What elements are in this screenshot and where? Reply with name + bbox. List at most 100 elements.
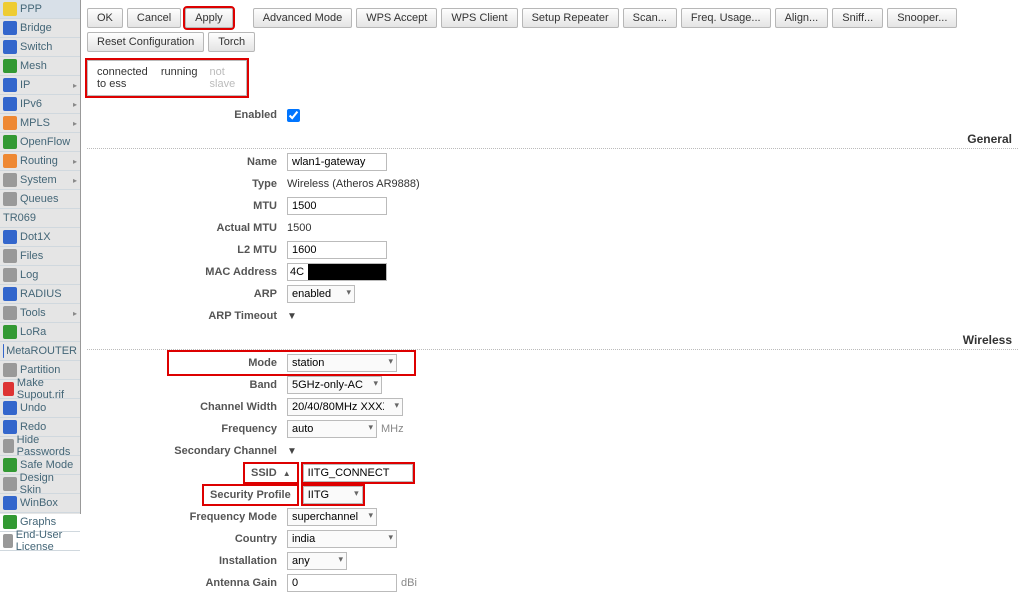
sidebar-item-supout[interactable]: Make Supout.rif (0, 380, 80, 399)
sidebar-item-lora[interactable]: LoRa (0, 323, 80, 342)
frequency-select[interactable]: auto (287, 420, 377, 438)
frequency-mode-label: Frequency Mode (87, 511, 287, 523)
sidebar-item-metarouter[interactable]: MetaROUTER (0, 342, 80, 361)
advanced-mode-button[interactable]: Advanced Mode (253, 8, 353, 28)
torch-button[interactable]: Torch (208, 32, 255, 52)
chevron-right-icon: ▸ (73, 119, 77, 128)
actual-mtu-label: Actual MTU (87, 222, 287, 234)
ok-button[interactable]: OK (87, 8, 123, 28)
frequency-unit: MHz (381, 423, 404, 435)
channel-width-select[interactable]: 20/40/80MHz XXXX (287, 398, 403, 416)
antenna-gain-label: Antenna Gain (87, 577, 287, 589)
arp-timeout-expand[interactable]: ▼ (287, 311, 297, 322)
sidebar-item-undo[interactable]: Undo (0, 399, 80, 418)
safe-mode-icon (3, 458, 17, 472)
type-label: Type (87, 178, 287, 190)
sniff-button[interactable]: Sniff... (832, 8, 883, 28)
sidebar-item-tools[interactable]: Tools▸ (0, 304, 80, 323)
enabled-label: Enabled (87, 109, 287, 121)
status-bar: connected to ess running not slave (87, 60, 247, 96)
secondary-channel-expand[interactable]: ▼ (287, 446, 297, 457)
wps-client-button[interactable]: WPS Client (441, 8, 517, 28)
sidebar-item-ipv6[interactable]: IPv6▸ (0, 95, 80, 114)
graphs-icon (3, 515, 17, 529)
winbox-icon (3, 496, 17, 510)
sidebar-item-openflow[interactable]: OpenFlow (0, 133, 80, 152)
sidebar-item-label: MPLS (20, 117, 50, 129)
country-select[interactable]: india (287, 530, 397, 548)
scan-button[interactable]: Scan... (623, 8, 677, 28)
band-select[interactable]: 5GHz-only-AC (287, 376, 382, 394)
frequency-label: Frequency (87, 423, 287, 435)
mac-input[interactable] (288, 264, 308, 280)
sidebar-item-system[interactable]: System▸ (0, 171, 80, 190)
sidebar-item-switch[interactable]: Switch (0, 38, 80, 57)
supout-icon (3, 382, 14, 396)
sidebar-item-queues[interactable]: Queues (0, 190, 80, 209)
mac-label: MAC Address (87, 266, 287, 278)
mode-select[interactable]: station (287, 354, 397, 372)
sidebar-item-label: IP (20, 79, 30, 91)
setup-repeater-button[interactable]: Setup Repeater (522, 8, 619, 28)
security-profile-label: Security Profile (204, 486, 297, 504)
sidebar-item-ppp[interactable]: PPP (0, 0, 80, 19)
frequency-mode-select[interactable]: superchannel (287, 508, 377, 526)
mesh-icon (3, 59, 17, 73)
partition-icon (3, 363, 17, 377)
freq-usage-button[interactable]: Freq. Usage... (681, 8, 771, 28)
sidebar: PPP Bridge Switch Mesh IP▸ IPv6▸ MPLS▸ O… (0, 0, 81, 514)
sidebar-item-bridge[interactable]: Bridge (0, 19, 80, 38)
sidebar-item-label: Log (20, 269, 38, 281)
sidebar-item-label: Redo (20, 421, 46, 433)
sidebar-item-label: Queues (20, 193, 59, 205)
sidebar-item-label: System (20, 174, 57, 186)
sidebar-item-design-skin[interactable]: Design Skin (0, 475, 80, 494)
actual-mtu-value: 1500 (287, 222, 311, 234)
sidebar-item-mesh[interactable]: Mesh (0, 57, 80, 76)
snooper-button[interactable]: Snooper... (887, 8, 957, 28)
ssid-label: SSID▲ (245, 464, 297, 482)
sidebar-item-winbox[interactable]: WinBox (0, 494, 80, 513)
mtu-input[interactable] (287, 197, 387, 215)
sidebar-item-license[interactable]: End-User License (0, 532, 80, 551)
sidebar-item-routing[interactable]: Routing▸ (0, 152, 80, 171)
cancel-button[interactable]: Cancel (127, 8, 181, 28)
arp-select[interactable]: enabled (287, 285, 355, 303)
align-button[interactable]: Align... (775, 8, 829, 28)
ip-icon (3, 78, 17, 92)
sidebar-item-label: MetaROUTER (6, 345, 77, 357)
dot1x-icon (3, 230, 17, 244)
wps-accept-button[interactable]: WPS Accept (356, 8, 437, 28)
radius-icon (3, 287, 17, 301)
sidebar-item-log[interactable]: Log (0, 266, 80, 285)
sidebar-item-label: PPP (20, 3, 42, 15)
l2mtu-input[interactable] (287, 241, 387, 259)
sidebar-item-label: Mesh (20, 60, 47, 72)
sidebar-item-label: Design Skin (20, 472, 77, 496)
sidebar-item-hide-passwords[interactable]: Hide Passwords (0, 437, 80, 456)
chevron-right-icon: ▸ (73, 157, 77, 166)
sidebar-item-radius[interactable]: RADIUS (0, 285, 80, 304)
security-profile-select[interactable]: IITG (303, 486, 363, 504)
arp-label: ARP (87, 288, 287, 300)
name-input[interactable] (287, 153, 387, 171)
sidebar-item-files[interactable]: Files (0, 247, 80, 266)
switch-icon (3, 40, 17, 54)
ssid-input[interactable] (303, 464, 413, 482)
apply-button[interactable]: Apply (185, 8, 233, 28)
installation-select[interactable]: any (287, 552, 347, 570)
design-skin-icon (3, 477, 17, 491)
enabled-checkbox[interactable] (287, 109, 300, 122)
queues-icon (3, 192, 17, 206)
sidebar-item-tr069[interactable]: TR069 (0, 209, 80, 228)
sidebar-item-label: WinBox (20, 497, 58, 509)
section-wireless: Wireless (87, 331, 1018, 350)
sidebar-item-label: Switch (20, 41, 52, 53)
sidebar-item-dot1x[interactable]: Dot1X (0, 228, 80, 247)
caret-up-icon[interactable]: ▲ (283, 469, 291, 478)
sidebar-item-ip[interactable]: IP▸ (0, 76, 80, 95)
sidebar-item-mpls[interactable]: MPLS ▸ (0, 114, 80, 133)
reset-config-button[interactable]: Reset Configuration (87, 32, 204, 52)
routing-icon (3, 154, 17, 168)
antenna-gain-input[interactable] (287, 574, 397, 592)
